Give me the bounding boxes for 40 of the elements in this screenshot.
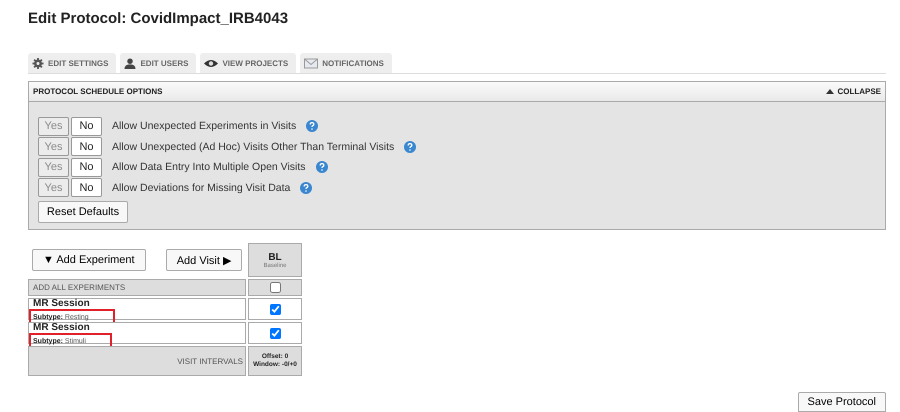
option-label: Allow Deviations for Missing Visit Data <box>112 182 290 194</box>
collapse-button[interactable]: COLLAPSE <box>826 87 881 96</box>
panel-title: PROTOCOL SCHEDULE OPTIONS <box>33 87 162 96</box>
experiment-name: MR Session <box>32 299 90 309</box>
tab-label: EDIT USERS <box>140 58 188 68</box>
tab-label: NOTIFICATIONS <box>322 58 384 68</box>
reset-defaults-button[interactable]: Reset Defaults <box>38 201 128 223</box>
eye-icon <box>204 58 218 68</box>
tab[interactable]: VIEW PROJECTS <box>200 53 296 73</box>
page-title: Edit Protocol: CovidImpact_IRB4043 <box>27 9 290 29</box>
tab-label: EDIT SETTINGS <box>48 58 108 68</box>
visit-code: BL <box>268 252 282 262</box>
no-toggle[interactable]: No <box>71 178 102 198</box>
help-icon[interactable] <box>316 161 328 174</box>
experiment-name: MR Session <box>32 323 90 333</box>
option-label: Allow Unexpected (Ad Hoc) Visits Other Than Terminal Visits <box>112 140 394 153</box>
option-label: Allow Data Entry Into Multiple Open Visits <box>112 161 306 174</box>
triangle-icon <box>826 89 834 94</box>
gear-icon <box>32 58 44 68</box>
add-all-checkbox[interactable] <box>270 282 280 293</box>
add-all-label: ADD ALL EXPERIMENTS <box>33 283 126 292</box>
add-visit-button[interactable]: Add Visit ▶ <box>166 249 242 271</box>
save-protocol-button[interactable]: Save Protocol <box>798 392 886 412</box>
no-toggle[interactable]: No <box>71 116 102 136</box>
add-experiment-button[interactable]: ▼ Add Experiment <box>32 249 146 271</box>
tab[interactable]: NOTIFICATIONS <box>300 53 392 73</box>
tab[interactable]: EDIT SETTINGS <box>28 53 116 73</box>
experiment-checkbox[interactable] <box>270 328 280 338</box>
intervals-label: VISIT INTERVALS <box>177 356 243 366</box>
help-icon[interactable] <box>300 182 312 194</box>
experiment-checkbox[interactable] <box>270 304 280 314</box>
option-label: Allow Unexpected Experiments in Visits <box>112 120 296 132</box>
no-toggle[interactable]: No <box>71 158 102 177</box>
tab[interactable]: EDIT USERS <box>120 53 196 73</box>
help-icon[interactable] <box>404 140 416 153</box>
envelope-icon <box>304 58 318 68</box>
no-toggle[interactable]: No <box>71 137 102 156</box>
help-icon[interactable] <box>306 120 318 132</box>
user-icon <box>124 58 136 68</box>
tab-label: VIEW PROJECTS <box>222 58 288 68</box>
